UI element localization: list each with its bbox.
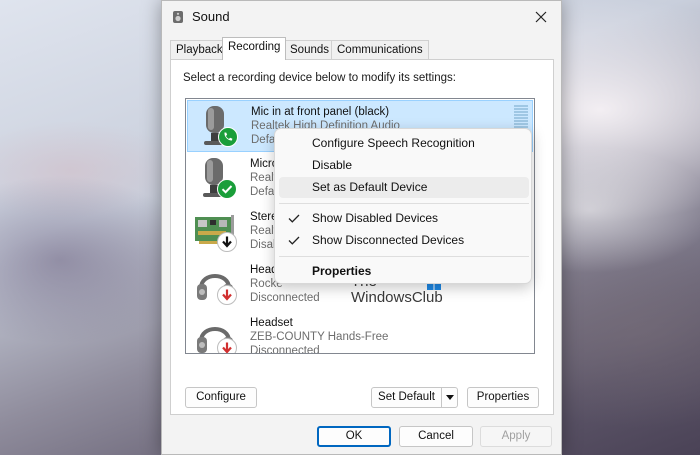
menu-item-properties[interactable]: Properties — [279, 261, 529, 282]
menu-item-set-default[interactable]: Set as Default Device — [279, 177, 529, 198]
menu-label: Show Disabled Devices — [312, 211, 439, 225]
down-arrow-red-badge — [217, 338, 237, 353]
menu-separator — [279, 256, 529, 257]
tab-sounds[interactable]: Sounds — [284, 40, 336, 60]
check-icon — [288, 213, 300, 224]
set-default-label: Set Default — [378, 391, 435, 403]
apply-button[interactable]: Apply — [480, 426, 552, 447]
context-menu: Configure Speech Recognition Disable Set… — [274, 128, 532, 284]
device-driver: Realt — [250, 225, 277, 237]
menu-label: Configure Speech Recognition — [312, 136, 475, 150]
device-item-headset-2[interactable]: Headset ZEB-COUNTY Hands-Free Disconnect… — [187, 312, 533, 354]
tab-recording[interactable]: Recording — [222, 37, 287, 60]
device-driver: Realt — [250, 172, 277, 184]
title-bar[interactable]: Sound — [162, 1, 561, 33]
device-driver: ZEB-COUNTY Hands-Free — [250, 331, 389, 343]
cancel-button[interactable]: Cancel — [399, 426, 473, 447]
tab-communications[interactable]: Communications — [331, 40, 429, 60]
properties-button[interactable]: Properties — [467, 387, 539, 408]
device-name: Mic in at front panel (black) — [251, 106, 390, 118]
down-arrow-red-badge — [217, 285, 237, 305]
tab-playback[interactable]: Playback — [170, 40, 229, 60]
menu-item-configure-speech[interactable]: Configure Speech Recognition — [279, 133, 529, 154]
set-default-button[interactable]: Set Default — [371, 387, 458, 408]
set-default-dropdown[interactable] — [441, 388, 457, 407]
close-button[interactable] — [529, 5, 553, 29]
configure-button[interactable]: Configure — [185, 387, 257, 408]
menu-label: Show Disconnected Devices — [312, 233, 465, 247]
window-title: Sound — [192, 9, 230, 24]
ok-button[interactable]: OK — [317, 426, 391, 447]
menu-item-show-disabled[interactable]: Show Disabled Devices — [279, 208, 529, 229]
close-icon — [535, 11, 547, 23]
menu-item-show-disconnected[interactable]: Show Disconnected Devices — [279, 230, 529, 251]
dropdown-arrow-icon — [446, 395, 454, 400]
watermark-line-2: WindowsClub — [351, 289, 443, 306]
menu-item-disable[interactable]: Disable — [279, 155, 529, 176]
device-status: Disconnected — [250, 345, 320, 354]
instruction-text: Select a recording device below to modif… — [183, 72, 456, 84]
phone-green-badge — [218, 127, 238, 147]
check-green-badge — [217, 179, 237, 199]
menu-label: Disable — [312, 158, 353, 172]
menu-separator — [279, 203, 529, 204]
speaker-icon — [172, 10, 184, 24]
device-status: Disconnected — [250, 292, 320, 304]
device-name: Headset — [250, 317, 293, 329]
menu-label: Set as Default Device — [312, 180, 428, 194]
check-icon — [288, 235, 300, 246]
down-arrow-black-badge — [217, 232, 237, 252]
menu-label: Properties — [312, 264, 372, 278]
